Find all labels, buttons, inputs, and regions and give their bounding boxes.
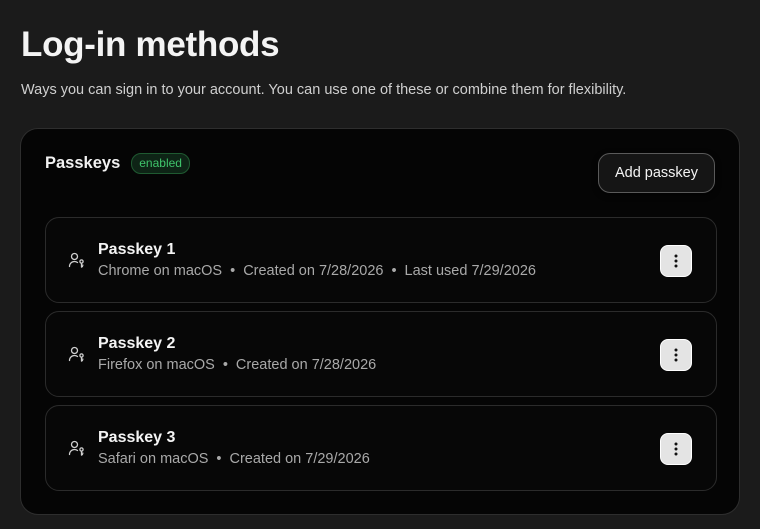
user-key-icon — [68, 345, 86, 363]
page-subtitle: Ways you can sign in to your account. Yo… — [21, 82, 627, 98]
passkey-item-2: Passkey 2 Firefox on macOS • Created on 7/… — [45, 311, 717, 397]
passkey-menu-button[interactable] — [660, 339, 692, 371]
passkey-list: Passkey 1 Chrome on macOS • Created on 7/2… — [45, 217, 717, 499]
more-vertical-icon — [674, 442, 678, 456]
passkey-item-text: Passkey 2 Firefox on macOS • Created on 7/… — [98, 334, 376, 375]
passkey-last-used: Last used 7/29/2026 — [404, 263, 536, 279]
passkey-menu-button[interactable] — [660, 245, 692, 277]
passkey-menu-button[interactable] — [660, 433, 692, 465]
user-key-icon — [68, 251, 86, 269]
passkey-created: Created on 7/28/2026 — [235, 357, 377, 373]
passkey-created: Created on 7/29/2026 — [229, 451, 370, 467]
page-title: Log-in methods — [21, 25, 280, 64]
passkey-browser: Firefox on macOS — [98, 357, 215, 373]
passkey-meta: Firefox on macOS • Created on 7/28/2026 — [98, 355, 376, 375]
passkey-item-1: Passkey 1 Chrome on macOS • Created on 7/2… — [45, 217, 717, 303]
passkey-name: Passkey 1 — [98, 241, 176, 258]
passkeys-card-header: Passkeys enabled — [45, 153, 190, 174]
passkey-browser: Safari on macOS — [98, 451, 209, 467]
separator: • — [230, 263, 236, 279]
passkeys-title: Passkeys — [45, 154, 121, 172]
passkey-browser: Chrome on macOS — [98, 263, 223, 279]
passkey-item-3: Passkey 3 Safari on macOS • Created on 7/2… — [45, 405, 717, 491]
add-passkey-button[interactable]: Add passkey — [597, 153, 715, 193]
passkey-item-text: Passkey 3 Safari on macOS • Created on 7/2… — [98, 428, 370, 469]
separator: • — [222, 357, 228, 373]
passkey-meta: Safari on macOS • Created on 7/29/2026 — [98, 449, 370, 469]
passkey-created: Created on 7/28/2026 — [243, 263, 384, 279]
passkeys-card: Passkeys enabled Add passkey Passkey 1 C… — [20, 128, 740, 515]
user-key-icon — [68, 439, 86, 457]
more-vertical-icon — [674, 348, 678, 362]
passkey-name: Passkey 2 — [98, 335, 176, 352]
passkey-name: Passkey 3 — [98, 429, 176, 446]
separator: • — [391, 263, 397, 279]
passkey-item-text: Passkey 1 Chrome on macOS • Created on 7/2… — [98, 240, 536, 281]
login-methods-page: Log-in methods Ways you can sign in to y… — [0, 0, 760, 529]
separator: • — [216, 451, 222, 467]
passkey-meta: Chrome on macOS • Created on 7/28/2026 • Las… — [98, 261, 536, 281]
more-vertical-icon — [674, 254, 678, 268]
status-badge: enabled — [131, 153, 190, 174]
